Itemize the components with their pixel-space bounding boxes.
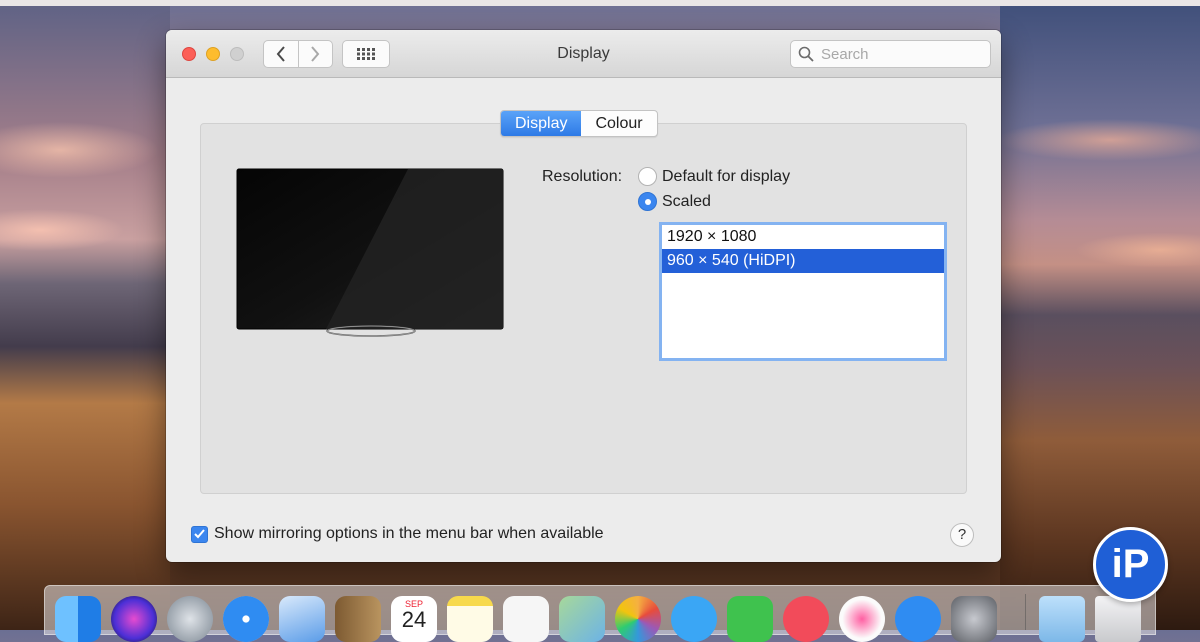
messages-icon[interactable] bbox=[671, 596, 717, 642]
resolution-label: Resolution: bbox=[542, 168, 623, 185]
resolution-option-960x540[interactable]: 960 × 540 (HiDPI) bbox=[662, 249, 944, 273]
launchpad-icon[interactable] bbox=[167, 596, 213, 642]
app-store-icon[interactable] bbox=[895, 596, 941, 642]
tab-colour[interactable]: Colour bbox=[581, 111, 656, 136]
system-preferences-icon[interactable] bbox=[951, 596, 997, 642]
tab-display[interactable]: Display bbox=[501, 111, 582, 136]
trash-icon[interactable] bbox=[1095, 596, 1141, 642]
finder-icon[interactable] bbox=[55, 596, 101, 642]
calendar-icon[interactable]: SEP 24 bbox=[391, 596, 437, 642]
photos-icon[interactable] bbox=[615, 596, 661, 642]
downloads-folder-icon[interactable] bbox=[1039, 596, 1085, 642]
mirroring-label: Show mirroring options in the menu bar w… bbox=[214, 525, 604, 542]
radio-default-for-display[interactable]: Default for display bbox=[638, 167, 790, 186]
desktop-wallpaper-left bbox=[0, 0, 170, 630]
search-placeholder: Search bbox=[821, 45, 869, 63]
dock: SEP 24 bbox=[44, 585, 1156, 642]
search-field[interactable]: Search bbox=[790, 40, 991, 68]
menu-bar-edge bbox=[0, 0, 1200, 6]
reminders-icon[interactable] bbox=[503, 596, 549, 642]
checkmark-icon bbox=[194, 529, 205, 539]
radio-scaled[interactable]: Scaled bbox=[638, 192, 711, 211]
mirroring-option[interactable]: Show mirroring options in the menu bar w… bbox=[191, 525, 604, 543]
iphones-ru-logo: iP bbox=[1093, 527, 1168, 602]
desktop-wallpaper-right bbox=[1000, 0, 1200, 630]
display-monitor-image bbox=[236, 168, 504, 337]
tab-bar: Display Colour bbox=[500, 110, 658, 137]
search-icon bbox=[798, 46, 814, 62]
news-icon[interactable] bbox=[783, 596, 829, 642]
title-bar: Display Search bbox=[166, 30, 1001, 78]
calendar-day: 24 bbox=[401, 607, 427, 632]
mirroring-checkbox[interactable] bbox=[191, 525, 208, 543]
maps-icon[interactable] bbox=[559, 596, 605, 642]
contacts-icon[interactable] bbox=[335, 596, 381, 642]
radio-label: Scaled bbox=[662, 192, 711, 210]
safari-icon[interactable] bbox=[223, 596, 269, 642]
radio-button[interactable] bbox=[638, 167, 657, 186]
radio-button-selected[interactable] bbox=[638, 192, 657, 211]
siri-icon[interactable] bbox=[111, 596, 157, 642]
facetime-icon[interactable] bbox=[727, 596, 773, 642]
help-button[interactable]: ? bbox=[950, 523, 974, 547]
dock-separator bbox=[1025, 594, 1026, 630]
notes-icon[interactable] bbox=[447, 596, 493, 642]
mail-icon[interactable] bbox=[279, 596, 325, 642]
resolution-option-1920x1080[interactable]: 1920 × 1080 bbox=[662, 225, 944, 249]
resolution-list[interactable]: 1920 × 1080 960 × 540 (HiDPI) bbox=[659, 222, 947, 361]
radio-label: Default for display bbox=[662, 167, 791, 185]
itunes-icon[interactable] bbox=[839, 596, 885, 642]
display-preferences-window: Display Search Display Colour Resolution… bbox=[166, 30, 1001, 562]
